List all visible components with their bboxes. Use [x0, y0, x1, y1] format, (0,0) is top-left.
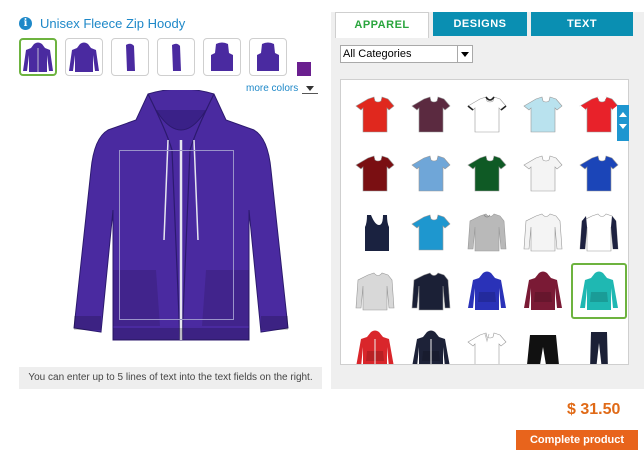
chevron-down-icon — [457, 46, 472, 62]
raglan-icon — [579, 213, 619, 252]
product-price: $ 31.50 — [567, 401, 621, 418]
view-thumb-front-hood[interactable] — [203, 38, 241, 76]
catalog-item-hoodie[interactable] — [459, 263, 515, 319]
text-hint: You can enter up to 5 lines of text into… — [19, 367, 322, 389]
catalog-item-tee[interactable] — [515, 145, 571, 201]
zip-icon — [356, 330, 394, 364]
polo-icon — [467, 332, 507, 364]
product-catalog — [340, 79, 629, 365]
tab-text[interactable]: TEXT — [531, 12, 633, 36]
catalog-item-hoodie[interactable] — [571, 263, 627, 319]
hoodie-back-icon — [69, 42, 99, 72]
view-thumb-right-side[interactable] — [157, 38, 195, 76]
catalog-item-polo[interactable] — [459, 322, 515, 364]
hoodie-icon — [524, 271, 562, 310]
view-thumb-left-side[interactable] — [111, 38, 149, 76]
hoodie-back-hood-icon — [257, 42, 279, 71]
tee-icon — [411, 96, 451, 133]
view-thumb-back[interactable] — [65, 38, 103, 76]
catalog-scroll[interactable] — [617, 105, 629, 141]
tee-icon — [579, 155, 619, 192]
catalog-item-longsleeve[interactable] — [347, 263, 403, 319]
catalog-item-pants[interactable] — [571, 322, 627, 364]
tab-designs[interactable]: DESIGNS — [433, 12, 527, 36]
view-thumb-back-hood[interactable] — [249, 38, 287, 76]
ringer-icon — [579, 96, 619, 133]
catalog-item-tee[interactable] — [403, 145, 459, 201]
sweat-icon — [467, 213, 507, 252]
info-icon[interactable]: i — [19, 16, 32, 30]
hoodie-icon — [580, 271, 618, 310]
catalog-item-longsleeve[interactable] — [403, 263, 459, 319]
catalog-item-tank[interactable] — [347, 204, 403, 260]
view-thumb-front[interactable] — [19, 38, 57, 76]
hoodie-front-hood-icon — [211, 42, 233, 71]
hoodie-front-icon — [23, 42, 53, 72]
catalog-item-shorts[interactable] — [515, 322, 571, 364]
catalog-item-tee[interactable] — [459, 145, 515, 201]
product-designer: i Unisex Fleece Zip Hoody more colors Yo… — [0, 0, 644, 466]
shorts-icon — [527, 335, 559, 364]
tee-icon — [467, 155, 507, 192]
catalog-item-zip[interactable] — [403, 322, 459, 364]
catalog-item-tee[interactable] — [515, 86, 571, 142]
product-title-row: i Unisex Fleece Zip Hoody — [19, 14, 185, 32]
catalog-item-tee[interactable] — [403, 204, 459, 260]
catalog-panel: APPAREL DESIGNS TEXT All Categories — [331, 12, 644, 389]
tab-apparel[interactable]: APPAREL — [335, 12, 429, 38]
view-thumbnails — [19, 38, 287, 76]
product-title: Unisex Fleece Zip Hoody — [40, 15, 186, 31]
tee-icon — [523, 155, 563, 192]
catalog-item-longsleeve[interactable] — [515, 204, 571, 260]
scroll-down-icon[interactable] — [619, 124, 627, 129]
catalog-item-tee[interactable] — [347, 145, 403, 201]
longsleeve-icon — [355, 272, 395, 311]
catalog-item-sweat[interactable] — [459, 204, 515, 260]
hoodie-left-side-icon — [126, 43, 135, 71]
scroll-up-icon[interactable] — [619, 112, 627, 117]
zip-icon — [412, 330, 450, 364]
catalog-item-ringer[interactable] — [459, 86, 515, 142]
pants-icon — [590, 332, 608, 364]
ringer-icon — [467, 96, 507, 133]
category-select-value: All Categories — [343, 48, 412, 60]
catalog-item-zip[interactable] — [347, 322, 403, 364]
tee-icon — [411, 214, 451, 251]
tee-icon — [355, 155, 395, 192]
catalog-item-hoodie[interactable] — [515, 263, 571, 319]
catalog-item-tee[interactable] — [403, 86, 459, 142]
longsleeve-icon — [411, 272, 451, 311]
tank-icon — [365, 215, 389, 251]
hoodie-icon — [468, 271, 506, 310]
product-grid — [347, 86, 627, 364]
selected-color-swatch[interactable] — [297, 62, 311, 76]
catalog-item-tee[interactable] — [347, 86, 403, 142]
hoodie-right-side-icon — [172, 43, 181, 71]
longsleeve-icon — [523, 213, 563, 252]
tee-icon — [411, 155, 451, 192]
panel-tabs: APPAREL DESIGNS TEXT — [335, 12, 633, 38]
catalog-item-raglan[interactable] — [571, 204, 627, 260]
catalog-item-tee[interactable] — [571, 145, 627, 201]
print-area[interactable] — [119, 150, 234, 320]
category-select[interactable]: All Categories — [340, 45, 473, 63]
complete-product-button[interactable]: Complete product — [516, 430, 638, 450]
tee-icon — [523, 96, 563, 133]
tee-icon — [355, 96, 395, 133]
